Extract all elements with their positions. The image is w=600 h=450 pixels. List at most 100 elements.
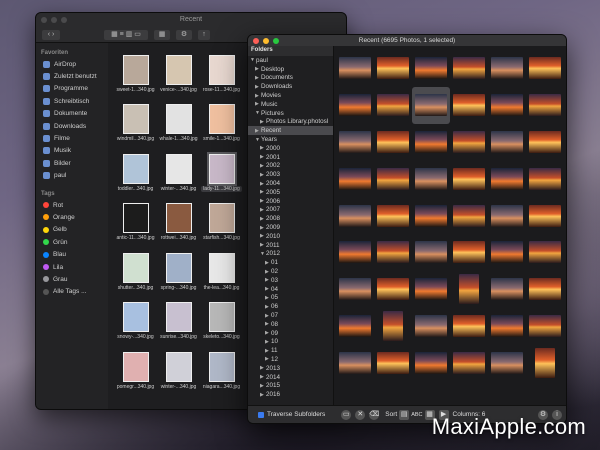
- photo-item[interactable]: [336, 271, 374, 308]
- photo-item[interactable]: [412, 308, 450, 345]
- photo-item[interactable]: [488, 124, 526, 161]
- tree-node[interactable]: ▼ Years: [248, 135, 333, 144]
- sidebar-item[interactable]: paul: [36, 170, 108, 182]
- file-item[interactable]: skeleto...340.jpg: [200, 293, 243, 343]
- photo-item[interactable]: [450, 197, 488, 234]
- tree-node[interactable]: ▶ 09: [248, 329, 333, 338]
- photo-item[interactable]: [488, 271, 526, 308]
- photo-item[interactable]: [488, 344, 526, 381]
- photo-item[interactable]: [488, 50, 526, 87]
- photo-item[interactable]: [412, 271, 450, 308]
- photo-item[interactable]: [412, 160, 450, 197]
- photo-item[interactable]: [374, 308, 412, 345]
- sidebar-item[interactable]: Dokumente: [36, 108, 108, 120]
- tree-node[interactable]: ▶ 10: [248, 338, 333, 347]
- tree-node[interactable]: ▶ 2001: [248, 153, 333, 162]
- photo-item[interactable]: [336, 308, 374, 345]
- tree-node[interactable]: ▶ 2009: [248, 223, 333, 232]
- photo-item[interactable]: [450, 344, 488, 381]
- photo-item[interactable]: [526, 124, 564, 161]
- tag-item[interactable]: Gelb: [36, 224, 108, 236]
- photo-item[interactable]: [488, 160, 526, 197]
- sidebar-item[interactable]: Schreibtisch: [36, 95, 108, 107]
- file-item[interactable]: smile-1...340.jpg: [200, 95, 243, 145]
- minimize-button[interactable]: [263, 37, 269, 44]
- file-item[interactable]: antic-11...340.jpg: [114, 194, 157, 244]
- photo-item[interactable]: [336, 50, 374, 87]
- tag-item[interactable]: Grün: [36, 236, 108, 248]
- tree-node[interactable]: ▼ Pictures: [248, 109, 333, 118]
- photo-item[interactable]: [526, 344, 564, 381]
- tree-node[interactable]: ▶ 2003: [248, 170, 333, 179]
- share-icon[interactable]: ↑: [198, 29, 210, 40]
- photo-item[interactable]: [336, 197, 374, 234]
- photo-item[interactable]: [526, 271, 564, 308]
- photo-item[interactable]: [526, 160, 564, 197]
- file-item[interactable]: shutter...340.jpg: [114, 243, 157, 293]
- file-item[interactable]: niagara...340.jpg: [200, 342, 243, 392]
- tag-item[interactable]: Orange: [36, 211, 108, 223]
- file-item[interactable]: winter-...340.jpg: [157, 342, 200, 392]
- group-button[interactable]: ▦: [154, 29, 170, 40]
- tree-node[interactable]: ▶ Downloads: [248, 82, 333, 91]
- sidebar-item[interactable]: Musik: [36, 145, 108, 157]
- tree-node[interactable]: ▶ 2008: [248, 214, 333, 223]
- photo-item[interactable]: [374, 160, 412, 197]
- sidebar-item[interactable]: AirDrop: [36, 58, 108, 70]
- traverse-subfolders-checkbox[interactable]: [258, 411, 264, 418]
- close-button[interactable]: [253, 37, 259, 44]
- sort-options-icon[interactable]: ▤: [399, 409, 410, 420]
- tree-node[interactable]: ▶ 2014: [248, 373, 333, 382]
- file-item[interactable]: rottwei...340.jpg: [157, 194, 200, 244]
- sort-label[interactable]: Sort: [385, 411, 397, 418]
- tree-node[interactable]: ▶ 05: [248, 294, 333, 303]
- tag-item[interactable]: Grau: [36, 273, 108, 285]
- photo-item[interactable]: [450, 124, 488, 161]
- tree-node[interactable]: ▶ 2013: [248, 364, 333, 373]
- file-item[interactable]: lady-11...340.jpg: [200, 144, 243, 194]
- photo-item[interactable]: [526, 50, 564, 87]
- file-item[interactable]: sunrise...340.jpg: [157, 293, 200, 343]
- tree-node[interactable]: ▶ 06: [248, 302, 333, 311]
- file-item[interactable]: whale-1...340.jpg: [157, 95, 200, 145]
- photo-item[interactable]: [450, 160, 488, 197]
- photo-item[interactable]: [412, 124, 450, 161]
- tag-item[interactable]: Lila: [36, 261, 108, 273]
- file-item[interactable]: winter-...340.jpg: [157, 144, 200, 194]
- photo-item[interactable]: [374, 344, 412, 381]
- photo-item[interactable]: [336, 234, 374, 271]
- photo-item[interactable]: [488, 197, 526, 234]
- tree-node[interactable]: ▶ 2011: [248, 241, 333, 250]
- tree-node[interactable]: ▶ Desktop: [248, 65, 333, 74]
- photo-item[interactable]: [336, 87, 374, 124]
- tree-node[interactable]: ▼ paul: [248, 56, 333, 65]
- tree-node[interactable]: ▶ Photos Library.photosl: [248, 118, 333, 127]
- tag-item[interactable]: Blau: [36, 248, 108, 260]
- file-item[interactable]: pomegr...340.jpg: [114, 342, 157, 392]
- photo-item[interactable]: [450, 271, 488, 308]
- tree-node[interactable]: ▶ Documents: [248, 74, 333, 83]
- photo-item[interactable]: [374, 271, 412, 308]
- tree-node[interactable]: ▶ 08: [248, 320, 333, 329]
- tree-node[interactable]: ▶ 2010: [248, 232, 333, 241]
- photo-item[interactable]: [488, 234, 526, 271]
- tree-node[interactable]: ▶ 02: [248, 267, 333, 276]
- tree-node[interactable]: ▼ 2012: [248, 250, 333, 259]
- sidebar-item[interactable]: Downloads: [36, 120, 108, 132]
- photo-item[interactable]: [336, 124, 374, 161]
- photo-item[interactable]: [488, 308, 526, 345]
- file-item[interactable]: venice-...340.jpg: [157, 45, 200, 95]
- photo-item[interactable]: [374, 87, 412, 124]
- tree-node[interactable]: ▶ 2004: [248, 179, 333, 188]
- zoom-button[interactable]: [61, 17, 67, 23]
- photo-item[interactable]: [450, 50, 488, 87]
- photo-item[interactable]: [450, 87, 488, 124]
- tree-node[interactable]: ▶ 04: [248, 285, 333, 294]
- photo-item[interactable]: [374, 124, 412, 161]
- photo-item[interactable]: [412, 86, 450, 124]
- photo-item[interactable]: [488, 87, 526, 124]
- photo-item[interactable]: [374, 50, 412, 87]
- tree-node[interactable]: ▶ 2000: [248, 144, 333, 153]
- tree-node[interactable]: ▶ 2007: [248, 206, 333, 215]
- zoom-button[interactable]: [273, 37, 279, 44]
